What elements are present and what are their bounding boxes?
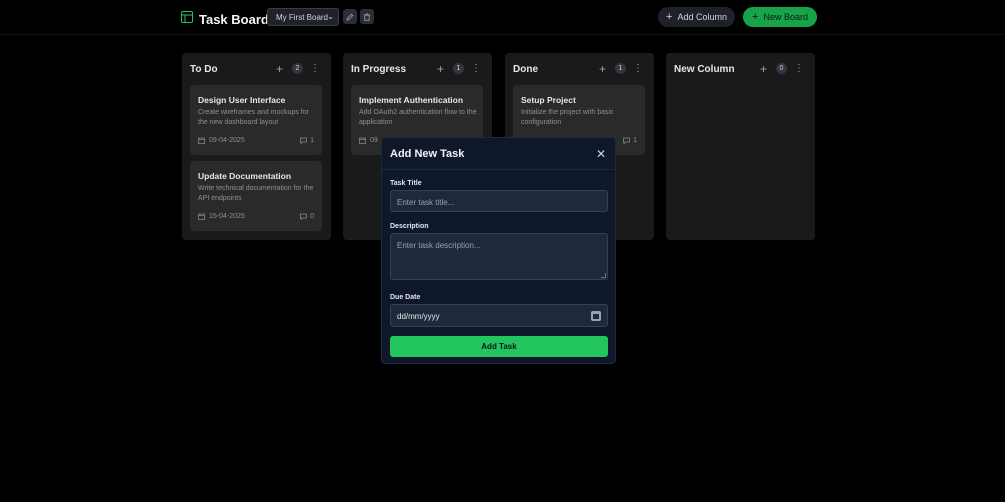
column-header: To Do + 2 ⋮ — [190, 62, 323, 76]
column-header: In Progress + 1 ⋮ — [351, 62, 484, 76]
task-count-badge: 0 — [776, 63, 787, 74]
task-comments: 1 — [623, 137, 637, 144]
task-count-badge: 2 — [292, 63, 303, 74]
close-icon[interactable]: ✕ — [596, 147, 606, 161]
add-task-label: Add Task — [481, 342, 517, 351]
delete-board-button[interactable] — [360, 9, 374, 24]
task-title: Setup Project — [521, 95, 576, 105]
board-select[interactable]: My First Board ⌄ — [267, 8, 339, 26]
task-card[interactable]: Design User Interface Create wireframes … — [190, 85, 322, 155]
task-due-date: 15-04-2025 — [198, 213, 245, 220]
new-board-button[interactable]: + New Board — [743, 7, 817, 27]
task-comments: 0 — [300, 213, 314, 220]
add-column-button[interactable]: + Add Column — [658, 7, 735, 27]
chevron-down-icon: ⌄ — [327, 12, 334, 21]
column-title: In Progress — [351, 64, 407, 75]
description-placeholder: Enter task description... — [397, 241, 481, 250]
board-icon — [181, 10, 193, 28]
due-date-input[interactable]: dd/mm/yyyy — [390, 304, 608, 327]
board-select-value: My First Board — [276, 12, 329, 22]
task-title-label: Task Title — [390, 180, 422, 187]
comment-count: 1 — [310, 137, 314, 144]
comment-icon — [623, 137, 630, 144]
task-description: Create wireframes and mockups for the ne… — [198, 109, 309, 126]
add-column-label: Add Column — [677, 12, 727, 22]
add-task-button[interactable]: Add Task — [390, 336, 608, 357]
column-title: To Do — [190, 64, 218, 75]
app-title: Task Board — [199, 11, 269, 27]
task-description: Initialize the project with basic config… — [521, 109, 614, 126]
divider — [382, 169, 615, 170]
task-due-date: 09-04-2025 — [198, 137, 245, 144]
column-to-do: To Do + 2 ⋮ Design User Interface Create… — [182, 53, 331, 240]
task-title-placeholder: Enter task title... — [397, 198, 455, 207]
due-date-text: 15-04-2025 — [209, 213, 245, 220]
description-label: Description — [390, 223, 429, 230]
column-title: New Column — [674, 64, 735, 75]
pencil-icon — [346, 8, 354, 26]
edit-board-button[interactable] — [343, 9, 357, 24]
description-textarea[interactable]: Enter task description... — [390, 233, 608, 280]
calendar-icon — [198, 213, 205, 220]
calendar-icon — [359, 137, 366, 144]
plus-icon: + — [666, 11, 673, 23]
add-task-modal: Add New Task ✕ Task Title Enter task tit… — [381, 137, 616, 364]
task-title: Design User Interface — [198, 95, 286, 105]
task-count-badge: 1 — [615, 63, 626, 74]
add-task-icon[interactable]: + — [599, 62, 606, 76]
comment-count: 0 — [310, 213, 314, 220]
more-vertical-icon[interactable]: ⋮ — [794, 63, 804, 74]
calendar-icon[interactable] — [591, 311, 601, 321]
column-header: New Column + 0 ⋮ — [674, 62, 807, 76]
column-new-column: New Column + 0 ⋮ — [666, 53, 815, 240]
add-task-icon[interactable]: + — [760, 62, 767, 76]
new-board-label: New Board — [763, 12, 808, 22]
task-count-badge: 1 — [453, 63, 464, 74]
more-vertical-icon[interactable]: ⋮ — [633, 63, 643, 74]
column-title: Done — [513, 64, 538, 75]
task-comments: 1 — [300, 137, 314, 144]
add-task-icon[interactable]: + — [437, 62, 444, 76]
comment-icon — [300, 213, 307, 220]
more-vertical-icon[interactable]: ⋮ — [310, 63, 320, 74]
plus-icon: + — [752, 11, 759, 23]
more-vertical-icon[interactable]: ⋮ — [471, 63, 481, 74]
trash-icon — [363, 8, 371, 26]
task-title: Implement Authentication — [359, 95, 464, 105]
task-description: Write technical documentation for the AP… — [198, 185, 314, 202]
task-card[interactable]: Update Documentation Write technical doc… — [190, 161, 322, 231]
calendar-icon — [198, 137, 205, 144]
task-description: Add OAuth2 authentication flow to the ap… — [359, 109, 477, 126]
due-date-label: Due Date — [390, 294, 421, 301]
due-date-text: 09 — [370, 137, 378, 144]
top-bar: Task Board My First Board ⌄ + Add Column… — [0, 0, 1005, 35]
modal-title: Add New Task — [390, 148, 465, 160]
brand: Task Board — [181, 10, 269, 28]
add-task-icon[interactable]: + — [276, 62, 283, 76]
task-title-input[interactable]: Enter task title... — [390, 190, 608, 212]
task-title: Update Documentation — [198, 171, 292, 181]
due-date-value: dd/mm/yyyy — [397, 312, 440, 321]
column-header: Done + 1 ⋮ — [513, 62, 646, 76]
task-due-date: 09 — [359, 137, 378, 144]
resize-handle[interactable] — [601, 273, 606, 278]
due-date-text: 09-04-2025 — [209, 137, 245, 144]
comment-count: 1 — [633, 137, 637, 144]
comment-icon — [300, 137, 307, 144]
